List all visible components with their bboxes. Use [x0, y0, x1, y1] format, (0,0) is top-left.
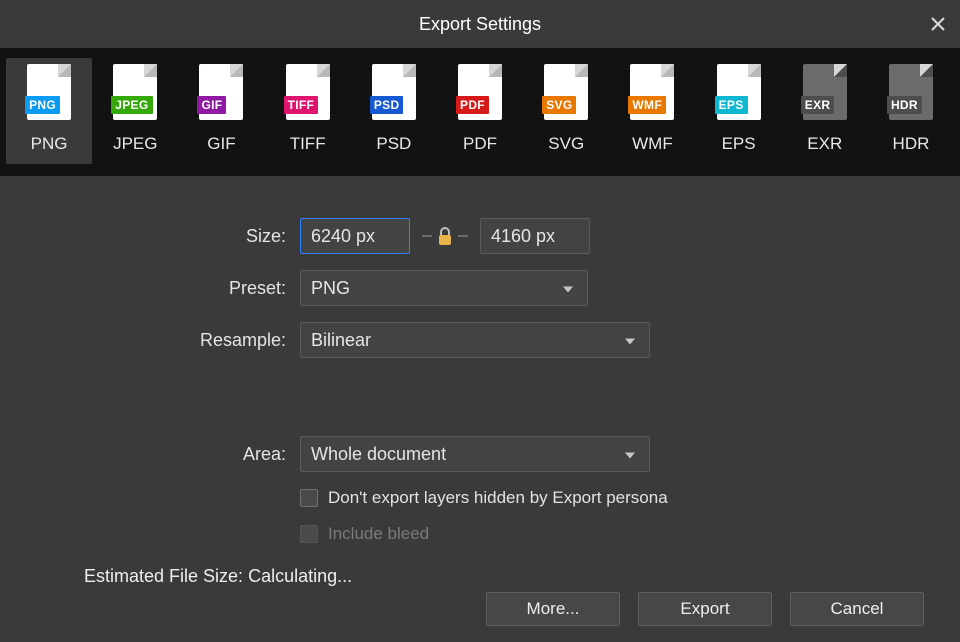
format-label: PSD [376, 134, 411, 154]
checkbox-label: Don't export layers hidden by Export per… [328, 488, 668, 508]
size-width-input[interactable] [300, 218, 410, 254]
preset-value: PNG [311, 278, 350, 299]
row-preset: Preset: PNG [40, 270, 920, 306]
aspect-lock[interactable] [422, 225, 468, 247]
row-resample: Resample: Bilinear [40, 322, 920, 358]
format-label: JPEG [113, 134, 157, 154]
format-tab-wmf[interactable]: WMF WMF [609, 58, 695, 164]
label-size: Size: [40, 226, 300, 247]
format-label: PDF [463, 134, 497, 154]
file-icon-hdr: HDR [889, 64, 933, 120]
format-label: HDR [893, 134, 930, 154]
format-label: EXR [807, 134, 842, 154]
format-tab-eps[interactable]: EPS EPS [696, 58, 782, 164]
export-button[interactable]: Export [638, 592, 772, 626]
format-label: PNG [31, 134, 68, 154]
area-value: Whole document [311, 444, 446, 465]
close-button[interactable] [930, 16, 946, 32]
checkbox-dont-export-hidden[interactable]: Don't export layers hidden by Export per… [300, 488, 920, 508]
format-tab-exr[interactable]: EXR EXR [782, 58, 868, 164]
format-tab-gif[interactable]: GIF GIF [178, 58, 264, 164]
file-icon-wmf: WMF [630, 64, 674, 120]
estimated-value: Calculating... [248, 566, 352, 586]
title-bar: Export Settings [0, 0, 960, 48]
area-select[interactable]: Whole document [300, 436, 650, 472]
file-icon-pdf: PDF [458, 64, 502, 120]
label-preset: Preset: [40, 278, 300, 299]
file-icon-jpeg: JPEG [113, 64, 157, 120]
settings-body: Size: Preset: [0, 176, 960, 611]
chevron-down-icon [625, 339, 635, 345]
estimated-file-size: Estimated File Size: Calculating... [40, 566, 920, 587]
file-badge: HDR [887, 96, 922, 114]
file-icon-png: PNG [27, 64, 71, 120]
file-badge: PSD [370, 96, 404, 114]
checkbox-label: Include bleed [328, 524, 429, 544]
format-tab-svg[interactable]: SVG SVG [523, 58, 609, 164]
chevron-down-icon [563, 287, 573, 293]
lock-icon [436, 225, 454, 247]
file-badge: WMF [628, 96, 666, 114]
row-include-bleed: Include bleed [40, 524, 920, 554]
format-tabs: PNGPNGJPEGJPEGGIFGIFTIFFTIFFPSDPSDPDFPDF… [0, 48, 960, 176]
checkbox-include-bleed: Include bleed [300, 524, 920, 544]
file-icon-psd: PSD [372, 64, 416, 120]
file-badge: PDF [456, 96, 489, 114]
dialog-title: Export Settings [419, 14, 541, 35]
checkbox-box [300, 525, 318, 543]
row-dont-export: Don't export layers hidden by Export per… [40, 488, 920, 518]
file-icon-eps: EPS [717, 64, 761, 120]
row-size: Size: [40, 218, 920, 254]
format-label: SVG [548, 134, 584, 154]
file-badge: EXR [801, 96, 835, 114]
format-label: TIFF [290, 134, 326, 154]
file-icon-tiff: TIFF [286, 64, 330, 120]
file-badge: JPEG [111, 96, 152, 114]
label-resample: Resample: [40, 330, 300, 351]
file-badge: GIF [197, 96, 226, 114]
format-label: WMF [632, 134, 673, 154]
format-tab-png[interactable]: PNG PNG [6, 58, 92, 164]
file-icon-gif: GIF [199, 64, 243, 120]
resample-select[interactable]: Bilinear [300, 322, 650, 358]
file-badge: EPS [715, 96, 748, 114]
size-height-input[interactable] [480, 218, 590, 254]
estimated-label: Estimated File Size: [84, 566, 243, 586]
format-tab-jpeg[interactable]: JPEG JPEG [92, 58, 178, 164]
label-area: Area: [40, 444, 300, 465]
cancel-button[interactable]: Cancel [790, 592, 924, 626]
chevron-down-icon [625, 453, 635, 459]
format-tab-tiff[interactable]: TIFF TIFF [265, 58, 351, 164]
format-label: EPS [722, 134, 756, 154]
more-button[interactable]: More... [486, 592, 620, 626]
row-area: Area: Whole document [40, 436, 920, 472]
format-tab-hdr[interactable]: HDR HDR [868, 58, 954, 164]
dialog-footer: More... Export Cancel [486, 592, 924, 626]
checkbox-box[interactable] [300, 489, 318, 507]
format-tab-pdf[interactable]: PDF PDF [437, 58, 523, 164]
file-badge: TIFF [284, 96, 319, 114]
format-label: GIF [207, 134, 235, 154]
close-icon [930, 16, 946, 32]
format-tab-psd[interactable]: PSD PSD [351, 58, 437, 164]
preset-select[interactable]: PNG [300, 270, 588, 306]
file-icon-exr: EXR [803, 64, 847, 120]
resample-value: Bilinear [311, 330, 371, 351]
file-icon-svg: SVG [544, 64, 588, 120]
file-badge: SVG [542, 96, 576, 114]
file-badge: PNG [25, 96, 60, 114]
